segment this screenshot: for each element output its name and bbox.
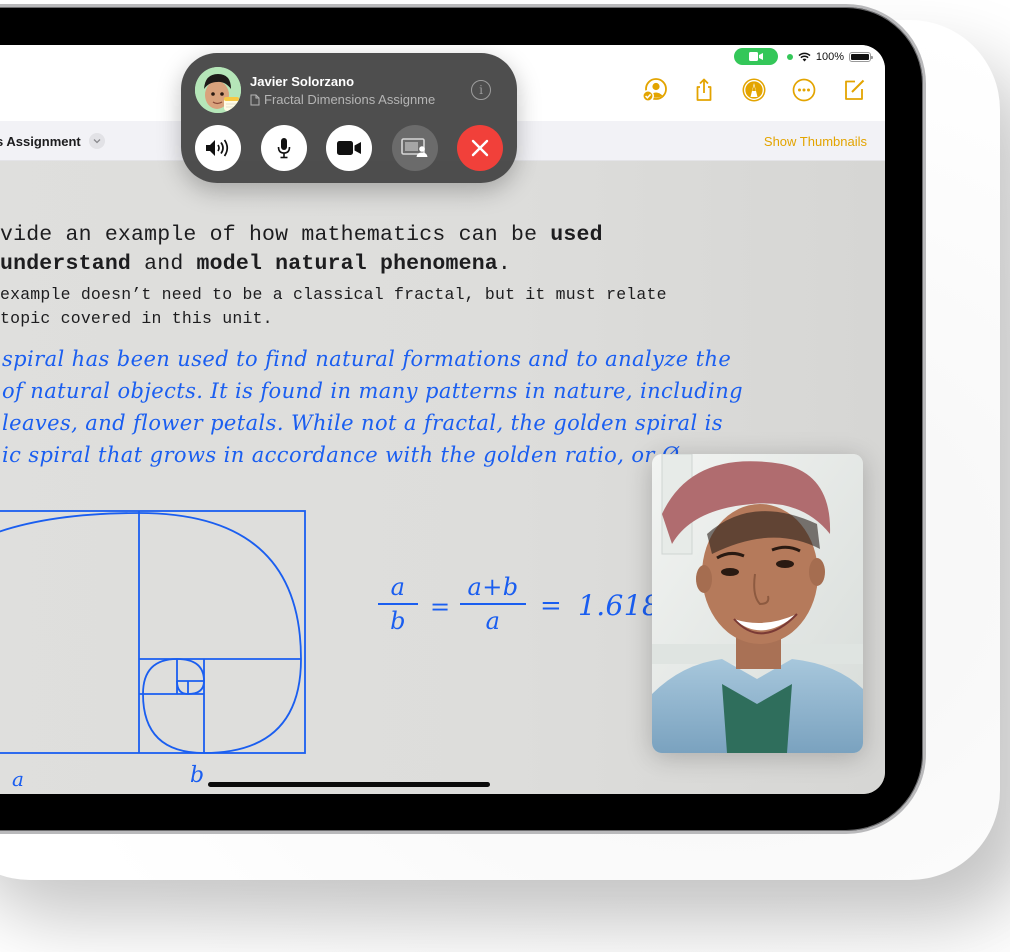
- info-button[interactable]: i: [471, 80, 491, 100]
- golden-spiral-diagram: [0, 510, 306, 754]
- memoji-avatar-icon: [195, 67, 241, 113]
- participant-video: [652, 454, 863, 753]
- caller-avatar[interactable]: [195, 67, 241, 113]
- prompt-text: .: [497, 252, 512, 276]
- document-title-text: s Assignment: [0, 133, 81, 149]
- screen-share-icon: [401, 138, 428, 157]
- collaborate-icon: [642, 78, 667, 102]
- equals-sign: =: [540, 591, 563, 621]
- fraction-a-plus-b-over-a: a+b a: [460, 573, 526, 635]
- compose-icon: [845, 79, 865, 100]
- prompt-line-1: vide an example of how mathematics can b…: [0, 223, 603, 247]
- video-camera-icon: [748, 52, 763, 61]
- numerator: a: [390, 573, 406, 601]
- markup-pen-icon: [742, 78, 766, 102]
- camera-button[interactable]: [326, 125, 372, 171]
- caller-name: Javier Solorzano: [250, 74, 355, 89]
- video-camera-icon: [337, 141, 361, 155]
- end-call-button[interactable]: [457, 125, 503, 171]
- prompt-text: and: [131, 252, 197, 276]
- fraction-bar: [460, 603, 526, 605]
- shared-document-name: Fractal Dimensions Assignme: [264, 92, 436, 107]
- prompt-emphasis: model natural phenomena: [196, 252, 498, 276]
- facetime-active-pill[interactable]: [733, 48, 778, 65]
- document-title[interactable]: s Assignment: [0, 133, 105, 149]
- fraction-a-over-b: a b: [378, 573, 418, 635]
- golden-spiral-curve: [0, 512, 302, 754]
- shared-document-row[interactable]: Fractal Dimensions Assignme: [250, 92, 448, 107]
- handwritten-line-2: of natural objects. It is found in many …: [2, 379, 743, 403]
- prompt-text: vide an example of how mathematics can b…: [0, 223, 551, 247]
- more-button[interactable]: [791, 77, 817, 103]
- speaker-button[interactable]: [195, 125, 241, 171]
- battery-icon: [849, 51, 873, 62]
- golden-ratio-value: 1.618: [578, 589, 661, 622]
- wifi-icon: [798, 52, 811, 61]
- prompt-emphasis: used: [550, 223, 603, 247]
- share-button[interactable]: [691, 77, 717, 103]
- facetime-controls-hud: Javier Solorzano Fractal Dimensions Assi…: [181, 53, 517, 183]
- toolbar-actions: [641, 77, 867, 103]
- numerator: a+b: [467, 573, 519, 601]
- diagram-label-a: a: [12, 767, 25, 791]
- diagram-label-b: b: [190, 763, 205, 788]
- handwritten-line-3: leaves, and flower petals. While not a f…: [2, 411, 723, 435]
- camera-in-use-dot: [786, 53, 793, 60]
- compose-button[interactable]: [841, 77, 867, 103]
- document-icon: [250, 94, 260, 105]
- battery-percentage: 100%: [815, 50, 844, 63]
- microphone-icon: [277, 138, 291, 159]
- mute-button[interactable]: [261, 125, 307, 171]
- share-icon: [696, 78, 712, 101]
- prompt-line-4: topic covered in this unit.: [0, 309, 273, 328]
- denominator: b: [390, 607, 406, 635]
- chevron-down-icon: [93, 139, 101, 144]
- prompt-emphasis: understand: [0, 252, 132, 276]
- info-icon: i: [479, 83, 483, 97]
- prompt-line-3: example doesn’t need to be a classical f…: [0, 285, 667, 304]
- close-icon: [471, 139, 489, 157]
- prompt-line-2: understand and model natural phenomena.: [0, 252, 511, 276]
- home-indicator[interactable]: [208, 782, 490, 787]
- handwritten-line-1: spiral has been used to find natural for…: [2, 347, 732, 371]
- facetime-self-view[interactable]: [652, 454, 863, 753]
- fraction-bar: [378, 603, 418, 605]
- markup-button[interactable]: [741, 77, 767, 103]
- title-menu-button[interactable]: [88, 133, 105, 149]
- shareplay-button[interactable]: [392, 125, 438, 171]
- collaborate-button[interactable]: [641, 77, 667, 103]
- equals-sign: =: [430, 593, 451, 621]
- battery-level: [851, 53, 869, 60]
- status-indicators: 100%: [733, 48, 873, 65]
- speaker-icon: [206, 139, 229, 157]
- show-thumbnails-button[interactable]: Show Thumbnails: [764, 134, 867, 149]
- more-ellipsis-icon: [792, 78, 816, 102]
- handwritten-line-4: ic spiral that grows in accordance with …: [2, 443, 686, 467]
- denominator: a: [485, 607, 501, 635]
